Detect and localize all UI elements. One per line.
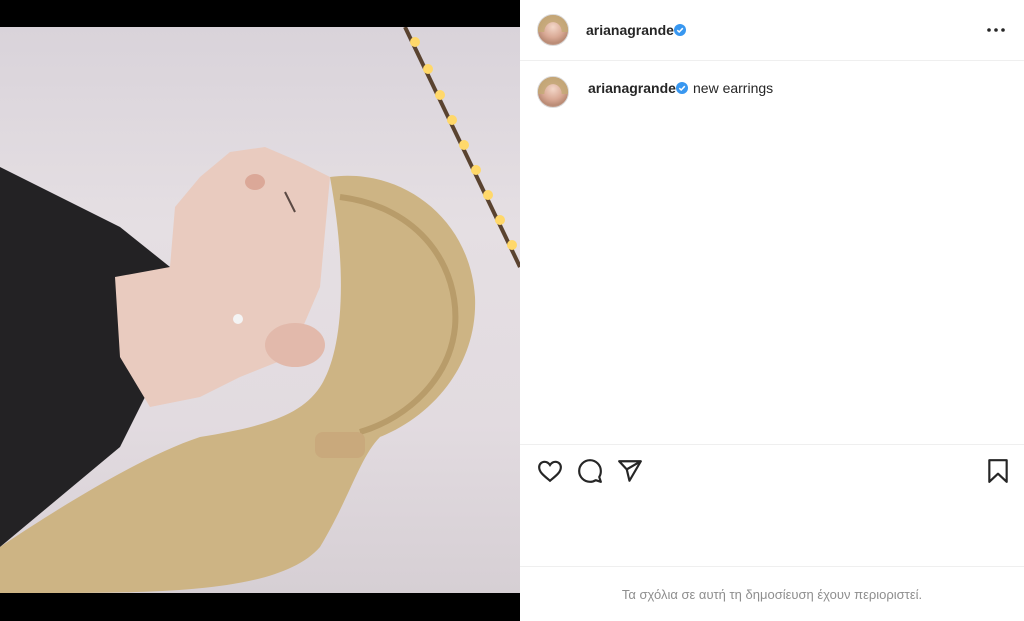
header-username[interactable]: arianagrande: [586, 22, 674, 38]
post-header: arianagrande: [520, 0, 1024, 61]
share-icon[interactable]: [617, 458, 643, 484]
bookmark-icon[interactable]: [985, 458, 1011, 484]
footer-divider: [520, 566, 1024, 567]
more-options-icon[interactable]: [986, 20, 1006, 40]
actions-divider: [520, 444, 1024, 445]
heart-icon[interactable]: [537, 458, 563, 484]
post-side-panel: arianagrande arianagrande new earrings Τ…: [520, 0, 1024, 621]
caption-text: new earrings: [693, 80, 774, 96]
post-photo[interactable]: [0, 27, 520, 593]
verified-badge-icon: [676, 82, 688, 94]
post-media[interactable]: [0, 0, 520, 621]
avatar[interactable]: [537, 14, 569, 46]
photo-illustration: [0, 27, 520, 593]
caption-avatar[interactable]: [537, 76, 569, 108]
verified-badge-icon: [674, 24, 686, 36]
comment-icon[interactable]: [577, 458, 603, 484]
comments-restricted-notice: Τα σχόλια σε αυτή τη δημοσίευση έχουν πε…: [621, 587, 923, 602]
caption-username[interactable]: arianagrande: [588, 80, 676, 96]
